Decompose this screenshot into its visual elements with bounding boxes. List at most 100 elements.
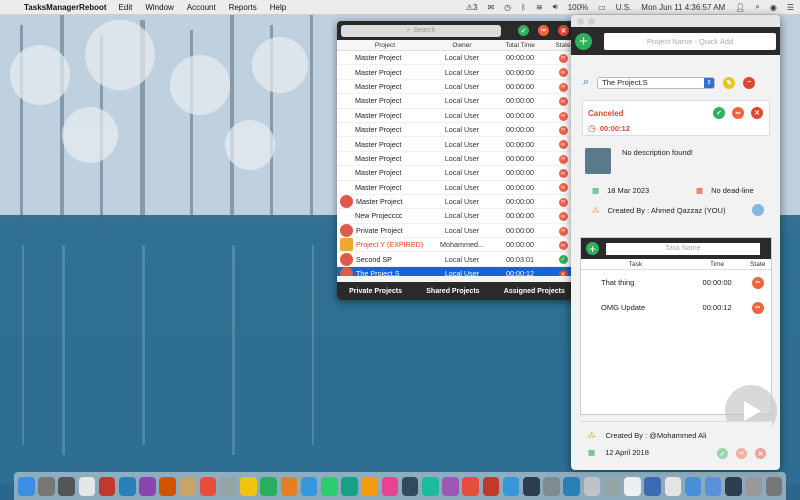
table-row[interactable]: Master Project Local User 00:00:00 ∞: [337, 108, 577, 123]
table-row[interactable]: Master Project Local User 00:00:00 ∞: [337, 79, 577, 95]
spotlight-icon[interactable]: ⌕: [755, 2, 759, 12]
dock-app-icon[interactable]: [664, 476, 682, 496]
search-icon[interactable]: ⌕: [583, 76, 589, 89]
state-progress-icon[interactable]: ∞: [558, 140, 568, 150]
filter-done-button[interactable]: ✓: [518, 25, 529, 36]
state-progress-icon[interactable]: ∞: [558, 226, 568, 236]
table-row[interactable]: New Projecccc Local User 00:00:00 ∞: [337, 209, 577, 224]
dock-app-icon[interactable]: [583, 476, 601, 496]
dock-app-icon[interactable]: [361, 476, 378, 496]
menu-help[interactable]: Help: [270, 3, 286, 12]
clock-icon[interactable]: ◷: [504, 3, 511, 12]
siri-icon[interactable]: ◉: [770, 3, 777, 12]
table-row[interactable]: Master Project Local User 00:00:00 ∞: [337, 65, 577, 80]
state-done-icon[interactable]: ✓: [558, 255, 568, 265]
state-canceled-icon[interactable]: ✕: [558, 269, 568, 276]
dock-app-icon[interactable]: [199, 476, 217, 496]
dock-app-icon[interactable]: [341, 476, 358, 496]
mark-canceled-button[interactable]: ✕: [751, 107, 763, 119]
mark-progress-button[interactable]: ∞: [732, 107, 744, 119]
state-progress-icon[interactable]: ∞: [558, 154, 568, 164]
dock-app-icon[interactable]: [502, 476, 520, 496]
dock-app-icon[interactable]: [98, 476, 116, 496]
dock-app-icon[interactable]: [260, 476, 277, 496]
dock-app-icon[interactable]: [442, 476, 459, 496]
menu-account[interactable]: Account: [187, 3, 216, 12]
state-progress-icon[interactable]: ∞: [558, 82, 568, 92]
minimize-window-button[interactable]: [588, 17, 595, 25]
state-progress-icon[interactable]: ∞: [558, 241, 568, 251]
table-row[interactable]: Private Project Local User 00:00:00 ∞: [337, 223, 577, 239]
notification-center-icon[interactable]: ☰: [787, 3, 794, 12]
dock-app-icon[interactable]: [422, 476, 439, 496]
state-progress-icon[interactable]: ∞: [558, 68, 568, 78]
dock-app-icon[interactable]: [300, 476, 318, 496]
dock-app-icon[interactable]: [401, 476, 419, 496]
menu-app-name[interactable]: TasksManagerReboot: [24, 3, 107, 12]
menu-reports[interactable]: Reports: [229, 3, 257, 12]
dock-app-icon[interactable]: [18, 476, 35, 496]
column-task-state[interactable]: State: [744, 261, 771, 268]
input-source[interactable]: U.S.: [616, 3, 632, 12]
table-row[interactable]: Project Y (EXPIRED) Mohammed... 00:00:00 ∞: [337, 238, 577, 253]
user-icon[interactable]: 👤︎: [735, 3, 745, 12]
table-row[interactable]: Master Project Local User 00:00:00 ∞: [337, 122, 577, 138]
table-row[interactable]: The Project.S Local User 00:00:12 ✕: [337, 266, 577, 276]
state-progress-icon[interactable]: ∞: [558, 212, 568, 222]
column-task[interactable]: Task: [581, 261, 690, 268]
menu-edit[interactable]: Edit: [119, 3, 133, 12]
mail-icon[interactable]: ✉: [487, 3, 494, 12]
menu-clock[interactable]: Mon Jun 11 4:36:57 AM: [641, 3, 725, 12]
task-state-button[interactable]: ∞: [751, 276, 764, 289]
dock-app-icon[interactable]: [482, 476, 500, 496]
tab-shared-projects[interactable]: Shared Projects: [426, 288, 479, 295]
dock-app-icon[interactable]: [119, 476, 136, 496]
state-progress-icon[interactable]: ∞: [558, 183, 568, 193]
search-input[interactable]: ⌕ Search: [341, 24, 501, 37]
footer-cancel-button[interactable]: ✕: [755, 448, 766, 459]
add-task-button[interactable]: +: [586, 242, 599, 255]
task-state-button[interactable]: ∞: [751, 301, 764, 314]
table-row[interactable]: Master Project Local User 00:00:00 ∞: [337, 51, 577, 66]
battery-label[interactable]: 100%: [568, 3, 588, 12]
dock-app-icon[interactable]: [704, 476, 722, 496]
state-progress-icon[interactable]: ∞: [558, 169, 568, 179]
task-name-input[interactable]: Task Name: [606, 242, 760, 255]
dock-app-icon[interactable]: [159, 476, 176, 496]
state-progress-icon[interactable]: ∞: [558, 97, 568, 107]
quick-add-input[interactable]: Project Name - Quick Add: [604, 32, 776, 50]
table-row[interactable]: Master Project Local User 00:00:00 ∞: [337, 94, 577, 109]
state-progress-icon[interactable]: ∞: [558, 111, 568, 121]
menu-window[interactable]: Window: [145, 3, 173, 12]
dock-app-icon[interactable]: [523, 476, 540, 496]
footer-done-button[interactable]: ✓: [717, 448, 728, 459]
filter-progress-button[interactable]: ∞: [538, 25, 549, 36]
add-project-button[interactable]: +: [575, 32, 592, 50]
dock-app-icon[interactable]: [381, 476, 399, 496]
dock-app-icon[interactable]: [179, 476, 197, 496]
dock-app-icon[interactable]: [78, 476, 96, 496]
dock-app-icon[interactable]: [321, 476, 338, 496]
app-status-icon[interactable]: ⚠3: [466, 3, 478, 12]
task-row[interactable]: OMG Update 00:00:12 ∞: [581, 295, 771, 320]
wifi-icon[interactable]: ≋: [536, 3, 543, 12]
filter-canceled-button[interactable]: ✕: [558, 25, 569, 36]
dock-app-icon[interactable]: [280, 476, 298, 496]
dock-app-icon[interactable]: [563, 476, 580, 496]
dock-app-icon[interactable]: [543, 476, 560, 496]
tab-private-projects[interactable]: Private Projects: [349, 288, 402, 295]
table-row[interactable]: Master Project Local User 00:00:00 ∞: [337, 137, 577, 152]
dock-app-icon[interactable]: [58, 476, 75, 496]
column-owner[interactable]: Owner: [433, 42, 491, 49]
delete-project-button[interactable]: −: [743, 76, 756, 89]
column-time[interactable]: Time: [690, 261, 744, 268]
state-progress-icon[interactable]: ∞: [558, 125, 568, 135]
table-row[interactable]: Master Project Local User 00:00:00 ∞: [337, 151, 577, 167]
dock-app-icon[interactable]: [139, 476, 156, 496]
table-row[interactable]: Second SP Local User 00:03:01 ✓: [337, 252, 577, 267]
table-row[interactable]: Master Project Local User 00:00:00 ∞: [337, 166, 577, 181]
dock-app-icon[interactable]: [624, 476, 641, 496]
dock-app-icon[interactable]: [644, 476, 661, 496]
mark-done-button[interactable]: ✓: [713, 107, 725, 119]
dock-app-icon[interactable]: [462, 476, 479, 496]
